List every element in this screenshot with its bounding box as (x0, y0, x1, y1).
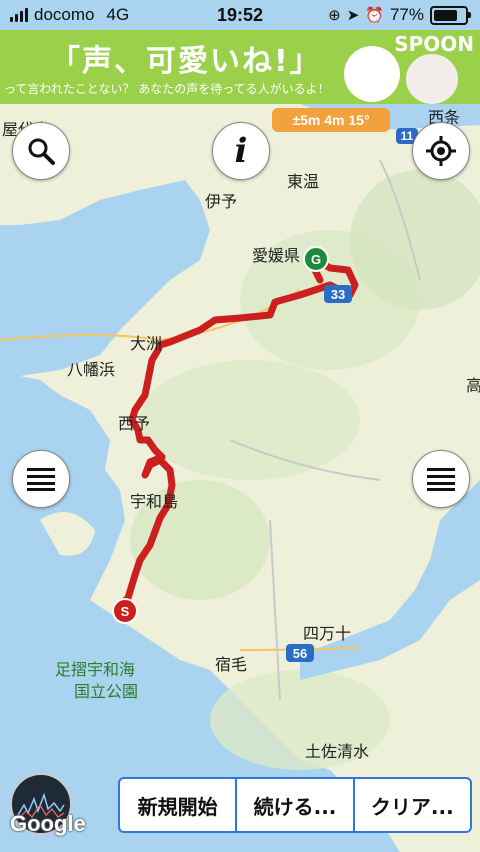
ad-headline: 「声、可愛いね!」 (50, 44, 322, 79)
battery-percent: 77% (389, 5, 424, 24)
map-label: 伊予 (205, 192, 238, 211)
carrier-name: docomo (34, 5, 95, 24)
search-icon (28, 138, 55, 165)
map-label: 土佐清水 (305, 742, 370, 761)
map-label: 西予 (118, 414, 151, 433)
map-label: 高 (466, 376, 480, 395)
google-logo: Google (10, 811, 86, 836)
lock-rotation-icon: ⊕ (328, 7, 341, 24)
location-arrow-icon: ➤ (346, 7, 360, 24)
map-label: 四万十 (303, 624, 352, 643)
continue-button[interactable]: 続ける... (237, 779, 355, 831)
goal-marker-icon[interactable]: G (303, 246, 329, 272)
route-shield-56: 56 (286, 644, 314, 662)
carrier-info: docomo 4G (10, 5, 129, 25)
info-icon: i (234, 131, 248, 171)
search-button[interactable] (12, 122, 70, 180)
alarm-icon: ⏰ (365, 7, 384, 24)
info-button[interactable]: i (212, 122, 270, 180)
clear-button[interactable]: クリア... (355, 779, 470, 831)
route-shield-33: 33 (324, 285, 352, 303)
ad-character-icon (344, 46, 400, 102)
status-right: ⊕ ➤ ⏰ 77% (328, 5, 471, 25)
ad-character-2-icon (406, 54, 458, 104)
signal-bars-icon (10, 8, 28, 22)
ad-banner[interactable]: 「声、可愛いね!」 って言われたことない？ あなたの声を待ってる人がいるよ！ S… (0, 30, 480, 104)
battery-icon (430, 5, 471, 25)
map-label: 八幡浜 (67, 360, 116, 379)
hamburger-icon (27, 468, 55, 491)
gps-accuracy-badge: ±5m 4m 15° (272, 108, 390, 132)
status-bar: docomo 4G 19:52 ⊕ ➤ ⏰ 77% (0, 0, 480, 30)
crosshair-icon (426, 136, 456, 166)
map-label: 東温 (287, 172, 320, 191)
map-label: 大洲 (130, 334, 163, 353)
map-label: 宇和島 (130, 492, 179, 511)
ad-subtext: って言われたことない？ あなたの声を待ってる人がいるよ！ (4, 82, 330, 96)
map-label: 国立公園 (74, 682, 139, 701)
hamburger-icon (427, 468, 455, 491)
map-label: 宿毛 (215, 655, 248, 674)
ad-brand: SPOON (394, 32, 474, 56)
start-marker-icon[interactable]: S (112, 598, 138, 624)
new-start-button[interactable]: 新規開始 (120, 779, 238, 831)
right-menu-button[interactable] (412, 450, 470, 508)
network-type: 4G (106, 5, 130, 24)
map-label: 足摺宇和海 (55, 660, 136, 679)
my-location-button[interactable] (412, 122, 470, 180)
map-label: 愛媛県 (252, 246, 301, 265)
action-bar: 新規開始 続ける... クリア... (118, 777, 472, 833)
left-menu-button[interactable] (12, 450, 70, 508)
